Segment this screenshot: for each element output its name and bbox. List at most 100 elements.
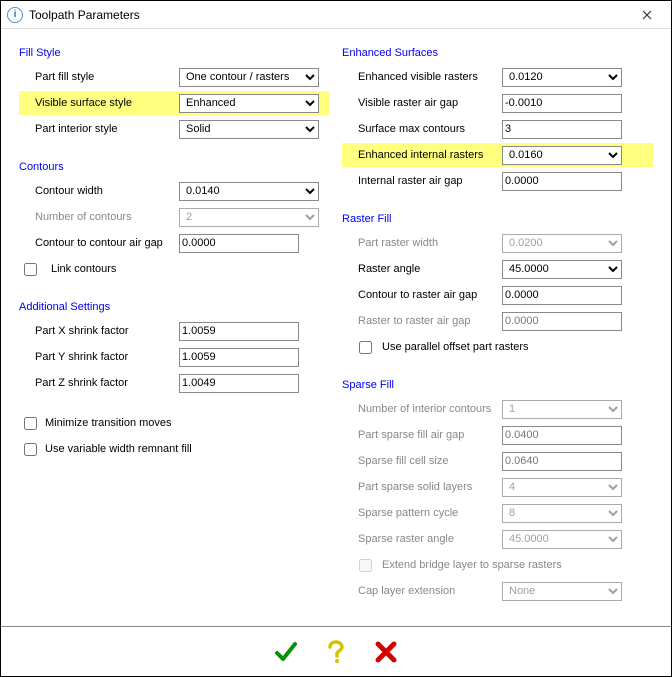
select-sparse-solid-layers: 4 <box>502 478 622 497</box>
select-part-raster-width: 0.0200 <box>502 234 622 253</box>
label-x-shrink: Part X shrink factor <box>19 325 179 337</box>
select-sparse-pattern-cycle: 8 <box>502 504 622 523</box>
checkbox-minimize-transition[interactable] <box>24 417 37 430</box>
row-sparse-cell-size: Sparse fill cell size <box>342 449 653 473</box>
row-y-shrink: Part Y shrink factor <box>19 345 330 369</box>
input-visible-raster-air-gap[interactable] <box>502 94 622 113</box>
row-visible-surface-style: Visible surface style Enhanced <box>19 91 330 115</box>
row-variable-width: Use variable width remnant fill <box>19 437 330 461</box>
row-internal-raster-air-gap: Internal raster air gap <box>342 169 653 193</box>
label-sparse-air-gap: Part sparse fill air gap <box>342 429 502 441</box>
row-cap-layer-extension: Cap layer extension None <box>342 579 653 603</box>
row-raster-angle: Raster angle 45.0000 <box>342 257 653 281</box>
label-part-raster-width: Part raster width <box>342 237 502 249</box>
row-contour-width: Contour width 0.0140 <box>19 179 330 203</box>
checkbox-variable-width[interactable] <box>24 443 37 456</box>
select-cap-layer-extension: None <box>502 582 622 601</box>
titlebar: i Toolpath Parameters <box>1 1 671 29</box>
select-contour-width[interactable]: 0.0140 <box>179 182 319 201</box>
row-part-raster-width: Part raster width 0.0200 <box>342 231 653 255</box>
checkbox-extend-bridge <box>359 559 372 572</box>
section-fill-style: Fill Style <box>19 47 330 59</box>
section-raster-fill: Raster Fill <box>342 213 653 225</box>
checkbox-parallel-offset[interactable] <box>359 341 372 354</box>
input-internal-raster-air-gap[interactable] <box>502 172 622 191</box>
label-extend-bridge: Extend bridge layer to sparse rasters <box>376 559 562 571</box>
row-visible-raster-air-gap: Visible raster air gap <box>342 91 653 115</box>
label-y-shrink: Part Y shrink factor <box>19 351 179 363</box>
label-visible-surface-style: Visible surface style <box>19 97 179 109</box>
label-internal-raster-air-gap: Internal raster air gap <box>342 175 502 187</box>
content-area: Fill Style Part fill style One contour /… <box>1 29 671 626</box>
section-contours: Contours <box>19 161 330 173</box>
row-enh-internal-rasters: Enhanced internal rasters 0.0160 <box>342 143 653 167</box>
input-raster-to-raster <box>502 312 622 331</box>
label-num-interior-contours: Number of interior contours <box>342 403 502 415</box>
row-sparse-raster-angle: Sparse raster angle 45.0000 <box>342 527 653 551</box>
input-y-shrink[interactable] <box>179 348 299 367</box>
row-contour-to-raster: Contour to raster air gap <box>342 283 653 307</box>
label-z-shrink: Part Z shrink factor <box>19 377 179 389</box>
select-enh-internal-rasters[interactable]: 0.0160 <box>502 146 622 165</box>
row-contour-air-gap: Contour to contour air gap <box>19 231 330 255</box>
input-x-shrink[interactable] <box>179 322 299 341</box>
cross-icon <box>374 640 398 664</box>
input-contour-air-gap[interactable] <box>179 234 299 253</box>
label-sparse-cell-size: Sparse fill cell size <box>342 455 502 467</box>
input-sparse-cell-size <box>502 452 622 471</box>
label-raster-to-raster: Raster to raster air gap <box>342 315 502 327</box>
section-additional: Additional Settings <box>19 301 330 313</box>
label-visible-raster-air-gap: Visible raster air gap <box>342 97 502 109</box>
row-parallel-offset: Use parallel offset part rasters <box>342 335 653 359</box>
label-link-contours: Link contours <box>41 263 116 275</box>
select-num-interior-contours: 1 <box>502 400 622 419</box>
label-sparse-solid-layers: Part sparse solid layers <box>342 481 502 493</box>
row-surface-max-contours: Surface max contours <box>342 117 653 141</box>
input-z-shrink[interactable] <box>179 374 299 393</box>
select-number-of-contours: 2 <box>179 208 319 227</box>
row-number-of-contours: Number of contours 2 <box>19 205 330 229</box>
cancel-button[interactable] <box>371 637 401 667</box>
label-cap-layer-extension: Cap layer extension <box>342 585 502 597</box>
input-contour-to-raster[interactable] <box>502 286 622 305</box>
row-minimize-transition: Minimize transition moves <box>19 411 330 435</box>
label-number-of-contours: Number of contours <box>19 211 179 223</box>
label-surface-max-contours: Surface max contours <box>342 123 502 135</box>
select-visible-surface-style[interactable]: Enhanced <box>179 94 319 113</box>
row-sparse-air-gap: Part sparse fill air gap <box>342 423 653 447</box>
row-x-shrink: Part X shrink factor <box>19 319 330 343</box>
input-surface-max-contours[interactable] <box>502 120 622 139</box>
row-num-interior-contours: Number of interior contours 1 <box>342 397 653 421</box>
row-part-fill-style: Part fill style One contour / rasters <box>19 65 330 89</box>
right-column: Enhanced Surfaces Enhanced visible raste… <box>342 43 653 622</box>
row-z-shrink: Part Z shrink factor <box>19 371 330 395</box>
row-raster-to-raster: Raster to raster air gap <box>342 309 653 333</box>
check-icon <box>273 639 299 665</box>
label-sparse-pattern-cycle: Sparse pattern cycle <box>342 507 502 519</box>
label-contour-air-gap: Contour to contour air gap <box>19 237 179 249</box>
select-sparse-raster-angle: 45.0000 <box>502 530 622 549</box>
select-raster-angle[interactable]: 45.0000 <box>502 260 622 279</box>
row-part-interior-style: Part interior style Solid <box>19 117 330 141</box>
label-contour-to-raster: Contour to raster air gap <box>342 289 502 301</box>
select-enh-visible-rasters[interactable]: 0.0120 <box>502 68 622 87</box>
row-link-contours: Link contours <box>19 257 330 281</box>
left-column: Fill Style Part fill style One contour /… <box>19 43 330 622</box>
row-extend-bridge: Extend bridge layer to sparse rasters <box>342 553 653 577</box>
select-part-fill-style[interactable]: One contour / rasters <box>179 68 319 87</box>
info-icon: i <box>7 7 23 23</box>
help-button[interactable] <box>321 637 351 667</box>
row-enh-visible-rasters: Enhanced visible rasters 0.0120 <box>342 65 653 89</box>
checkbox-link-contours[interactable] <box>24 263 37 276</box>
close-button[interactable] <box>629 5 665 25</box>
label-parallel-offset: Use parallel offset part rasters <box>376 341 529 353</box>
footer <box>1 626 671 676</box>
label-part-interior-style: Part interior style <box>19 123 179 135</box>
label-minimize-transition: Minimize transition moves <box>41 417 172 429</box>
select-part-interior-style[interactable]: Solid <box>179 120 319 139</box>
question-icon <box>324 639 348 665</box>
label-contour-width: Contour width <box>19 185 179 197</box>
section-enhanced: Enhanced Surfaces <box>342 47 653 59</box>
ok-button[interactable] <box>271 637 301 667</box>
window-title: Toolpath Parameters <box>29 8 629 22</box>
